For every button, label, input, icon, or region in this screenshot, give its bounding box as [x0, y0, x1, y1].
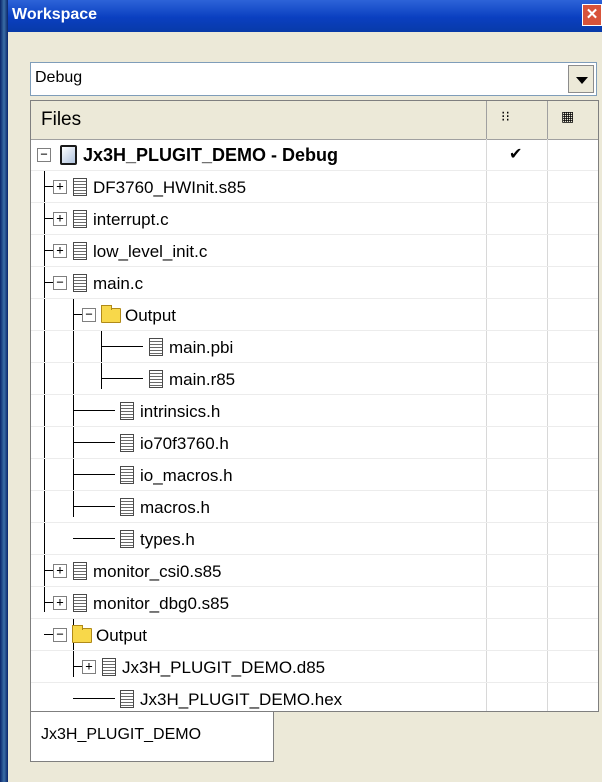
header-divider[interactable]: [486, 101, 487, 139]
file-icon: [102, 658, 116, 676]
collapse-toggle[interactable]: −: [53, 276, 67, 290]
tree-item-label: io_macros.h: [140, 466, 233, 485]
tree-item-label: Jx3H_PLUGIT_DEMO.hex: [140, 690, 343, 709]
workspace-tabs: Jx3H_PLUGIT_DEMO: [30, 712, 599, 762]
tree-row-file[interactable]: intrinsics.h: [31, 395, 598, 427]
collapse-toggle[interactable]: −: [53, 628, 67, 642]
expand-toggle[interactable]: +: [53, 596, 67, 610]
dropdown-arrow-button[interactable]: [568, 65, 594, 93]
configuration-value: Debug: [35, 69, 83, 86]
tree-item-label: interrupt.c: [93, 210, 169, 229]
tree-row-file[interactable]: io70f3760.h: [31, 427, 598, 459]
file-icon: [120, 466, 134, 484]
tab-project[interactable]: Jx3H_PLUGIT_DEMO: [30, 712, 274, 762]
tree-row-file[interactable]: + interrupt.c: [31, 203, 598, 235]
tree-item-label: types.h: [140, 530, 195, 549]
expand-toggle[interactable]: +: [53, 244, 67, 258]
tree-row-file[interactable]: main.pbi: [31, 331, 598, 363]
chevron-down-icon: [576, 77, 588, 84]
file-icon: [120, 402, 134, 420]
tree-header: Files ⁝⁝ ▦: [31, 101, 598, 140]
file-icon: [73, 594, 87, 612]
checkmark-icon: ✔: [509, 144, 523, 163]
file-icon: [120, 690, 134, 708]
tree-item-label: DF3760_HWInit.s85: [93, 178, 247, 197]
header-divider[interactable]: [547, 101, 548, 139]
file-icon: [73, 210, 87, 228]
title-bar[interactable]: Workspace ✕: [8, 0, 602, 32]
tree-row-file[interactable]: + low_level_init.c: [31, 235, 598, 267]
tree-item-label: main.pbi: [169, 338, 234, 357]
expand-toggle[interactable]: +: [53, 564, 67, 578]
file-icon: [73, 562, 87, 580]
tree-row-folder[interactable]: − Output: [31, 299, 598, 331]
tree-item-label: monitor_csi0.s85: [93, 562, 222, 581]
tree-row-project[interactable]: − Jx3H_PLUGIT_DEMO - Debug ✔: [31, 139, 598, 171]
tree-row-file[interactable]: macros.h: [31, 491, 598, 523]
tree-row-file[interactable]: + DF3760_HWInit.s85: [31, 171, 598, 203]
expand-toggle[interactable]: +: [82, 660, 96, 674]
folder-icon: [101, 305, 121, 323]
tree-item-label: Output: [96, 626, 148, 645]
files-tree-panel[interactable]: Files ⁝⁝ ▦ − Jx3H_PLUGIT_DEMO - Debug ✔ …: [30, 100, 599, 712]
tree-row-file[interactable]: + monitor_csi0.s85: [31, 555, 598, 587]
tab-label: Jx3H_PLUGIT_DEMO: [41, 726, 202, 743]
collapse-toggle[interactable]: −: [82, 308, 96, 322]
file-icon: [149, 338, 163, 356]
workspace-window: Workspace ✕ Debug Files ⁝⁝ ▦ − Jx3H_PLUG…: [0, 0, 602, 782]
collapse-toggle[interactable]: −: [37, 148, 51, 162]
file-icon: [120, 498, 134, 516]
tree-row-file[interactable]: + monitor_dbg0.s85: [31, 587, 598, 619]
expand-toggle[interactable]: +: [53, 180, 67, 194]
tree-row-file[interactable]: + Jx3H_PLUGIT_DEMO.d85: [31, 651, 598, 683]
file-icon: [73, 274, 87, 292]
tree-item-label: macros.h: [140, 498, 210, 517]
project-icon: [60, 145, 77, 165]
file-icon: [73, 178, 87, 196]
tree-item-label: intrinsics.h: [140, 402, 221, 421]
files-column-header[interactable]: Files: [41, 109, 81, 131]
tree-item-label: Jx3H_PLUGIT_DEMO.d85: [122, 658, 326, 677]
tree-row-file[interactable]: Jx3H_PLUGIT_DEMO.hex: [31, 683, 598, 711]
tree-item-label: low_level_init.c: [93, 242, 208, 261]
output-column-icon[interactable]: ▦: [561, 109, 574, 125]
expand-toggle[interactable]: +: [53, 212, 67, 226]
tree-row-file[interactable]: io_macros.h: [31, 459, 598, 491]
file-icon: [149, 370, 163, 388]
tree-item-label: main.c: [93, 274, 144, 293]
tree-row-file[interactable]: types.h: [31, 523, 598, 555]
close-icon[interactable]: ✕: [582, 4, 602, 26]
project-name: Jx3H_PLUGIT_DEMO - Debug: [83, 145, 339, 165]
tree-item-label: io70f3760.h: [140, 434, 229, 453]
file-icon: [73, 242, 87, 260]
options-column-icon[interactable]: ⁝⁝: [501, 109, 510, 125]
configuration-dropdown[interactable]: Debug: [30, 62, 597, 96]
file-icon: [120, 434, 134, 452]
folder-icon: [72, 625, 92, 643]
window-title: Workspace: [12, 6, 98, 23]
tree-item-label: monitor_dbg0.s85: [93, 594, 230, 613]
tree-row-file[interactable]: main.r85: [31, 363, 598, 395]
tree-row-file[interactable]: − main.c: [31, 267, 598, 299]
tree-item-label: main.r85: [169, 370, 236, 389]
tree-row-folder[interactable]: − Output: [31, 619, 598, 651]
file-icon: [120, 530, 134, 548]
tree-item-label: Output: [125, 306, 177, 325]
